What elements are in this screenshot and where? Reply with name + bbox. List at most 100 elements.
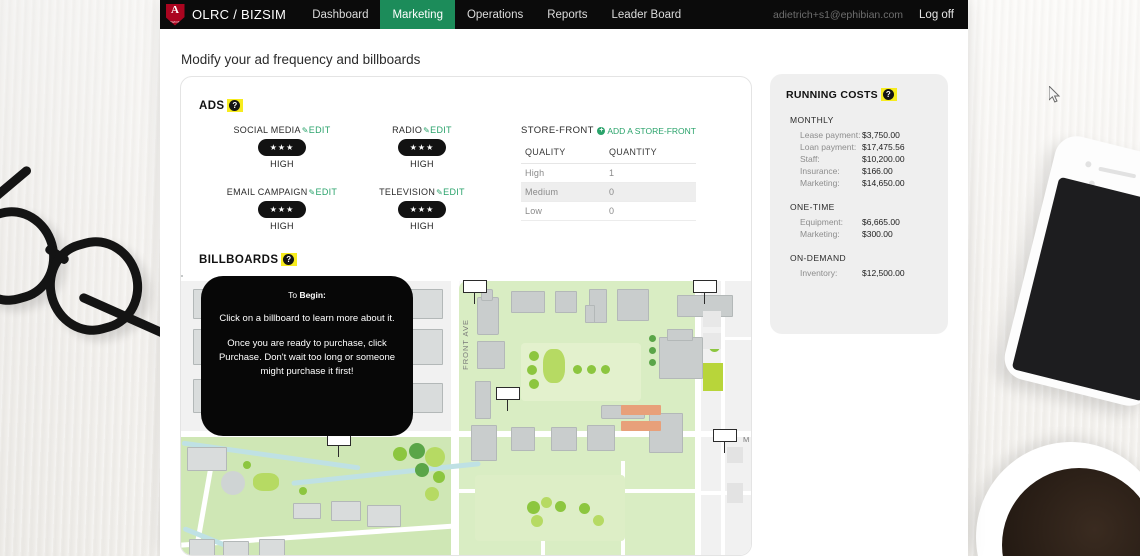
- ad-channel-label-row: TELEVISION✎EDIT: [357, 187, 487, 197]
- tooltip-line-1: Click on a billboard to learn more about…: [219, 313, 395, 324]
- map-tree: [529, 351, 539, 361]
- map-tree: [531, 515, 543, 527]
- billboard-sign: [496, 387, 520, 400]
- cost-value: $6,665.00: [862, 217, 900, 227]
- map-tree: [601, 365, 610, 374]
- add-store-front-button[interactable]: + ADD A STORE-FRONT: [597, 126, 696, 136]
- map-tree: [587, 365, 596, 374]
- map-building: [649, 413, 683, 453]
- cost-label: Insurance:: [800, 166, 840, 176]
- billboard-marker[interactable]: [496, 387, 520, 411]
- running-costs-help-badge[interactable]: ?: [881, 88, 897, 101]
- map-tree: [593, 515, 604, 526]
- arizona-logo[interactable]: A ARIZONA: [160, 0, 190, 29]
- cost-row: Lease payment: $3,750.00: [786, 130, 932, 140]
- cost-value: $17,475.56: [862, 142, 905, 152]
- question-mark-icon[interactable]: ?: [229, 100, 241, 111]
- question-mark-icon[interactable]: ?: [283, 254, 295, 265]
- map-road-vertical-east: [695, 275, 701, 555]
- cost-row: Loan payment: $17,475.56: [786, 142, 932, 152]
- ad-channel-social-media: SOCIAL MEDIA✎EDIT ★★★ HIGH: [217, 125, 347, 169]
- map-tree: [527, 365, 537, 375]
- map-tree: [425, 447, 445, 467]
- map-plaza: [621, 421, 661, 431]
- billboards-section-heading: BILLBOARDS ?: [199, 253, 298, 266]
- ad-channel-name: TELEVISION: [379, 187, 436, 197]
- map-building-campus: [617, 289, 649, 321]
- ad-level-value: HIGH: [410, 159, 434, 169]
- billboard-marker[interactable]: [327, 433, 351, 457]
- map-road-vertical-mid: [451, 275, 459, 555]
- ad-channel-name: EMAIL CAMPAIGN: [226, 187, 308, 197]
- map-tree: [541, 497, 552, 508]
- logo-letter: A: [171, 3, 179, 16]
- map-spacer: [181, 275, 183, 277]
- cost-row: Staff: $10,200.00: [786, 154, 932, 164]
- map-building: [511, 427, 535, 451]
- ad-channel-television: TELEVISION✎EDIT ★★★ HIGH: [357, 187, 487, 231]
- cost-label: Loan payment:: [800, 142, 857, 152]
- map-tree: [433, 471, 445, 483]
- billboard-post: [507, 400, 509, 411]
- map-tree: [415, 463, 429, 477]
- map-tree: [573, 365, 582, 374]
- ad-channel-radio: RADIO✎EDIT ★★★ HIGH: [357, 125, 487, 169]
- nav-item-marketing[interactable]: Marketing: [380, 0, 455, 29]
- cost-row: Inventory: $12,500.00: [786, 268, 932, 278]
- map-building: [189, 539, 215, 555]
- map-parcel: [727, 483, 743, 503]
- map-parcel: [703, 333, 721, 349]
- map-building-campus: [477, 341, 505, 369]
- nav-item-reports[interactable]: Reports: [535, 0, 599, 29]
- ads-section-heading: ADS ?: [199, 99, 244, 112]
- billboard-marker[interactable]: [463, 280, 487, 304]
- ad-channel-name: SOCIAL MEDIA: [233, 125, 301, 135]
- nav-item-leader-board[interactable]: Leader Board: [600, 0, 694, 29]
- map-tree: [529, 379, 539, 389]
- table-row[interactable]: Low 0: [521, 201, 696, 221]
- ads-help-badge[interactable]: ?: [227, 99, 244, 112]
- ad-channel-label-row: SOCIAL MEDIA✎EDIT: [217, 125, 347, 135]
- cell-quantity: 0: [605, 182, 696, 202]
- eyeglasses-decoration: [0, 164, 201, 380]
- map-tree: [555, 501, 566, 512]
- mouse-cursor: [1048, 84, 1061, 104]
- cost-value: $12,500.00: [862, 268, 905, 278]
- question-mark-icon[interactable]: ?: [883, 89, 894, 100]
- map-tree: [649, 347, 656, 354]
- table-row[interactable]: Medium 0: [521, 182, 696, 202]
- brand-title[interactable]: OLRC / BIZSIM: [190, 0, 300, 29]
- edit-radio-link[interactable]: ✎EDIT: [423, 125, 452, 135]
- city-map[interactable]: FRONT AVE M To Begin: Click on a billboa…: [181, 275, 751, 555]
- map-building: [331, 501, 361, 521]
- log-off-link[interactable]: Log off: [915, 0, 968, 29]
- edit-television-link[interactable]: ✎EDIT: [436, 187, 465, 197]
- billboards-heading-text: BILLBOARDS: [199, 253, 279, 266]
- nav-item-dashboard[interactable]: Dashboard: [300, 0, 380, 29]
- map-road-vertical-far-east: [721, 275, 725, 555]
- billboard-marker[interactable]: [713, 429, 737, 453]
- billboard-instructions-tooltip: To Begin: Click on a billboard to learn …: [201, 276, 413, 436]
- table-row[interactable]: High 1: [521, 163, 696, 183]
- storefront-title: STORE-FRONT: [521, 125, 594, 136]
- map-building: [367, 505, 401, 527]
- billboards-help-badge[interactable]: ?: [281, 253, 298, 266]
- phone-speaker: [1098, 166, 1137, 179]
- cost-label: Lease payment:: [800, 130, 861, 140]
- edit-email-campaign-link[interactable]: ✎EDIT: [309, 187, 338, 197]
- coffee-liquid: [1002, 468, 1140, 556]
- phone-camera: [1084, 160, 1093, 168]
- cost-value: $300.00: [862, 229, 893, 239]
- cost-label: Inventory:: [800, 268, 838, 278]
- ad-channel-email-campaign: EMAIL CAMPAIGN✎EDIT ★★★ HIGH: [217, 187, 347, 231]
- billboard-marker[interactable]: [693, 280, 717, 304]
- cost-value: $3,750.00: [862, 130, 900, 140]
- edit-social-media-link[interactable]: ✎EDIT: [302, 125, 331, 135]
- pencil-edit-icon: ✎: [301, 126, 309, 135]
- nav-item-operations[interactable]: Operations: [455, 0, 535, 29]
- cost-label: Equipment:: [800, 217, 843, 227]
- map-building-campus: [667, 329, 693, 341]
- table-header-row: QUALITY QUANTITY: [521, 144, 696, 164]
- billboard-map-container[interactable]: FRONT AVE M To Begin: Click on a billboa…: [181, 275, 751, 555]
